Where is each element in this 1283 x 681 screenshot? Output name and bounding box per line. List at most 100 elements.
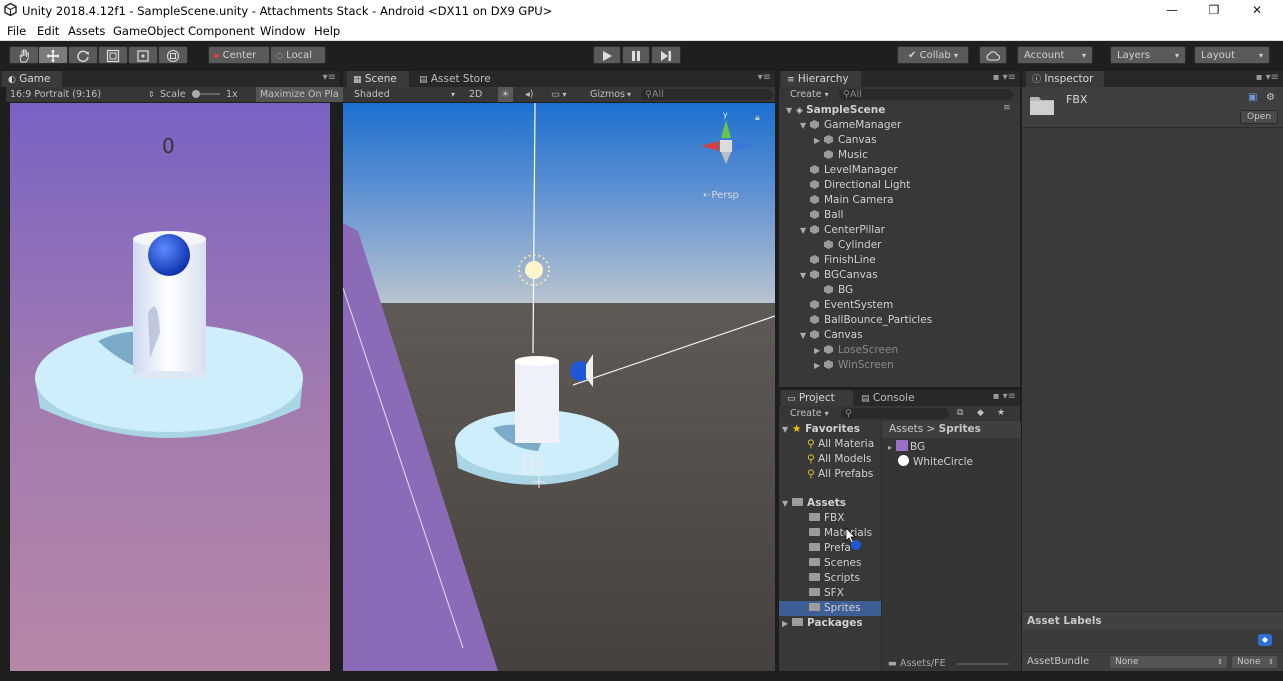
expand-arrow-icon[interactable]: ▶ bbox=[814, 343, 824, 358]
persp-label[interactable]: ⇠Persp bbox=[703, 190, 739, 201]
tab-game[interactable]: ◐ Game bbox=[2, 71, 62, 87]
hierarchy-item[interactable]: ▶ LoseScreen bbox=[814, 343, 898, 358]
scene-viewport[interactable] bbox=[343, 103, 775, 671]
menu-window[interactable]: Window bbox=[260, 24, 305, 38]
aspect-dropdown[interactable]: 16:9 Portrait (9:16) bbox=[10, 87, 101, 102]
tab-scene[interactable]: ▦ Scene bbox=[347, 71, 409, 87]
panel-menu-icon[interactable]: ▪ ▾≡ bbox=[993, 391, 1016, 402]
tab-asset-store[interactable]: ▤ Asset Store bbox=[413, 71, 503, 87]
hierarchy-item[interactable]: ▼ CenterPillar bbox=[800, 223, 885, 238]
transform-tool-button[interactable] bbox=[158, 46, 188, 64]
asset-folder-item[interactable]: Materials bbox=[779, 526, 881, 541]
asset-bg[interactable]: ▸ BG bbox=[888, 440, 925, 455]
hand-tool-button[interactable] bbox=[9, 46, 39, 64]
hierarchy-item[interactable]: Directional Light bbox=[800, 178, 910, 193]
hierarchy-item[interactable]: FinishLine bbox=[800, 253, 876, 268]
expand-arrow-icon[interactable]: ▶ bbox=[782, 616, 792, 631]
close-button[interactable]: ✕ bbox=[1240, 2, 1274, 19]
tab-project[interactable]: ▭ Project bbox=[781, 390, 853, 406]
gear-icon[interactable]: ⚙ bbox=[1266, 92, 1275, 103]
help-book-icon[interactable]: ▣ bbox=[1248, 92, 1257, 103]
audio-toggle[interactable]: ◂) bbox=[525, 87, 533, 102]
hierarchy-item[interactable]: BG bbox=[814, 283, 853, 298]
panel-menu-icon[interactable]: ▪ ▾≡ bbox=[993, 72, 1016, 83]
move-tool-button[interactable] bbox=[38, 46, 68, 64]
tab-inspector[interactable]: ⓘ Inspector bbox=[1026, 71, 1104, 87]
hierarchy-item[interactable]: ▶ Canvas bbox=[814, 133, 877, 148]
asset-folder-item[interactable]: Sprites bbox=[779, 601, 881, 616]
asset-bundle-variant-dropdown[interactable]: None ⇕ bbox=[1232, 656, 1277, 668]
breadcrumb-sprites[interactable]: Sprites bbox=[939, 423, 981, 435]
asset-folder-item[interactable]: SFX bbox=[779, 586, 881, 601]
breadcrumb-assets[interactable]: Assets bbox=[889, 423, 923, 435]
expand-arrow-icon[interactable]: ▼ bbox=[782, 496, 792, 511]
mode-2d-toggle[interactable]: 2D bbox=[469, 87, 482, 102]
collab-dropdown[interactable]: ✔ Collab ▾ bbox=[897, 46, 969, 64]
lock-icon[interactable]: 🔒︎ bbox=[755, 113, 760, 123]
favorite-all-materials[interactable]: ⚲ All Materia bbox=[807, 437, 874, 452]
pivot-toggle[interactable]: ▪ Center bbox=[208, 46, 270, 64]
layers-dropdown[interactable]: Layers ▾ bbox=[1110, 46, 1186, 64]
hierarchy-item[interactable]: ▼ GameManager bbox=[800, 118, 901, 133]
lighting-toggle[interactable]: ☀ bbox=[498, 87, 513, 102]
filter-label-icon[interactable]: ◆ bbox=[977, 406, 984, 421]
menu-assets[interactable]: Assets bbox=[68, 24, 105, 38]
rect-tool-button[interactable] bbox=[128, 46, 158, 64]
hierarchy-item[interactable]: ▼ BGCanvas bbox=[800, 268, 878, 283]
asset-folder-item[interactable]: Prefa bbox=[779, 541, 881, 556]
hierarchy-item[interactable]: Cylinder bbox=[814, 238, 881, 253]
packages-header[interactable]: ▶ Packages bbox=[782, 616, 863, 631]
hierarchy-item[interactable]: LevelManager bbox=[800, 163, 898, 178]
pause-button[interactable] bbox=[622, 46, 650, 64]
favorite-star-icon[interactable]: ★ bbox=[997, 406, 1005, 421]
hierarchy-item[interactable]: BallBounce_Particles bbox=[800, 313, 932, 328]
scale-tool-button[interactable] bbox=[98, 46, 128, 64]
expand-arrow-icon[interactable]: ▼ bbox=[800, 223, 810, 238]
expand-arrow-icon[interactable]: ▶ bbox=[814, 358, 824, 373]
asset-folder-item[interactable]: Scenes bbox=[779, 556, 881, 571]
shading-dropdown[interactable]: Shaded bbox=[354, 87, 390, 102]
asset-whitecircle[interactable]: WhiteCircle bbox=[898, 455, 973, 470]
asset-folder-item[interactable]: Scripts bbox=[779, 571, 881, 586]
gizmos-dropdown[interactable]: Gizmos bbox=[590, 87, 625, 102]
cloud-button[interactable] bbox=[979, 46, 1007, 64]
label-tag-icon[interactable]: ◆ bbox=[1258, 634, 1272, 646]
hierarchy-search-input[interactable]: ⚲All bbox=[839, 89, 1013, 100]
panel-menu-icon[interactable]: ▾≡ bbox=[323, 72, 336, 83]
expand-arrow-icon[interactable]: ▼ bbox=[800, 268, 810, 283]
favorite-all-models[interactable]: ⚲ All Models bbox=[807, 452, 871, 467]
filter-type-icon[interactable]: ⧉ bbox=[957, 406, 963, 421]
menu-file[interactable]: File bbox=[7, 24, 26, 38]
minimize-button[interactable]: — bbox=[1155, 2, 1189, 19]
menu-gameobject[interactable]: GameObject bbox=[113, 24, 185, 38]
hierarchy-item[interactable]: ▶ WinScreen bbox=[814, 358, 894, 373]
project-search-input[interactable]: ⚲ bbox=[841, 408, 949, 419]
asset-folder-item[interactable]: FBX bbox=[779, 511, 881, 526]
scene-orientation-gizmo-icon[interactable]: y bbox=[693, 108, 761, 172]
scene-root[interactable]: ▼ ◈ SampleScene bbox=[786, 103, 885, 118]
hierarchy-item[interactable]: Main Camera bbox=[800, 193, 894, 208]
hierarchy-item[interactable]: ▼ Canvas bbox=[800, 328, 863, 343]
project-create-button[interactable]: Create ▾ bbox=[790, 406, 829, 421]
hierarchy-create-button[interactable]: Create ▾ bbox=[790, 87, 829, 102]
step-button[interactable] bbox=[651, 46, 681, 64]
expand-arrow-icon[interactable]: ▼ bbox=[800, 328, 810, 343]
scene-menu-icon[interactable]: ≡ bbox=[1003, 103, 1011, 113]
tab-console[interactable]: ▤ Console bbox=[855, 390, 925, 406]
maximize-on-play-toggle[interactable]: Maximize On Pla bbox=[256, 87, 344, 102]
panel-menu-icon[interactable]: ▾≡ bbox=[758, 72, 771, 83]
icon-size-slider[interactable] bbox=[957, 663, 1009, 665]
hierarchy-item[interactable]: Music bbox=[814, 148, 868, 163]
open-button[interactable]: Open bbox=[1240, 110, 1279, 124]
favorites-header[interactable]: ▼ ★ Favorites bbox=[782, 422, 860, 437]
game-viewport[interactable] bbox=[10, 103, 330, 671]
expand-arrow-icon[interactable]: ▼ bbox=[800, 118, 810, 133]
assets-header[interactable]: ▼ Assets bbox=[782, 496, 846, 511]
layout-dropdown[interactable]: Layout ▾ bbox=[1194, 46, 1270, 64]
effects-toggle[interactable]: ▭ ▾ bbox=[551, 87, 567, 102]
menu-component[interactable]: Component bbox=[188, 24, 255, 38]
rotate-tool-button[interactable] bbox=[68, 46, 98, 64]
maximize-button[interactable]: ❐ bbox=[1197, 2, 1231, 19]
expand-arrow-icon[interactable]: ▼ bbox=[782, 422, 792, 437]
favorite-all-prefabs[interactable]: ⚲ All Prefabs bbox=[807, 467, 873, 482]
